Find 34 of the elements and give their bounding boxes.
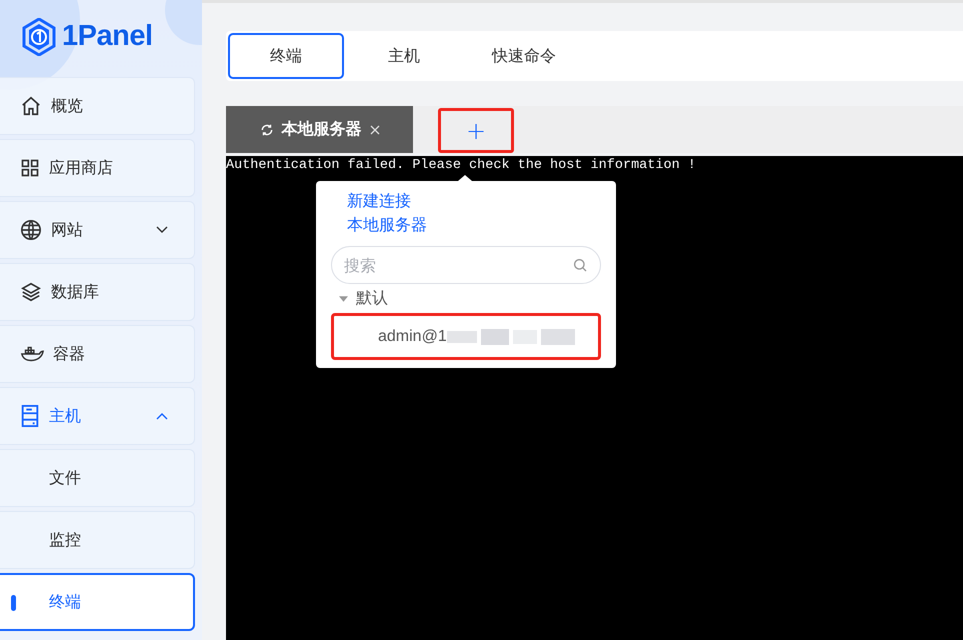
- tab[interactable]: 快速命令: [464, 33, 584, 79]
- sidebar-item[interactable]: 数据库: [0, 263, 195, 321]
- sidebar-item[interactable]: 终端: [0, 573, 195, 631]
- popup-action-link[interactable]: 本地服务器: [331, 213, 601, 237]
- tab[interactable]: 主机: [344, 33, 464, 79]
- search-icon: [572, 257, 588, 273]
- sidebar-item[interactable]: 主机: [0, 387, 195, 445]
- active-indicator: [11, 595, 16, 611]
- host-item[interactable]: admin@1: [331, 313, 601, 360]
- refresh-icon: [260, 122, 274, 136]
- terminal-line: Authentication failed. Please check the host information !: [226, 158, 696, 173]
- group-row[interactable]: 默认: [331, 288, 601, 309]
- logo-text: 1Panel: [62, 20, 152, 53]
- layers-icon: [20, 281, 42, 303]
- sidebar-item[interactable]: 概览: [0, 77, 195, 135]
- close-icon[interactable]: [370, 124, 380, 134]
- terminal-tab[interactable]: 本地服务器: [226, 106, 413, 153]
- whale-icon: [20, 344, 44, 364]
- search-field[interactable]: 搜索: [331, 246, 601, 284]
- grid-icon: [20, 158, 40, 178]
- tab[interactable]: 终端: [228, 33, 344, 79]
- sidebar-item[interactable]: 文件: [0, 449, 195, 507]
- server-icon: [20, 405, 40, 427]
- popup-action-link[interactable]: 新建连接: [331, 189, 601, 213]
- terminal-tab-label: 本地服务器: [282, 119, 362, 140]
- sidebar-item[interactable]: 容器: [0, 325, 195, 383]
- sidebar-item[interactable]: 监控: [0, 511, 195, 569]
- globe-icon: [20, 219, 42, 241]
- sidebar-item[interactable]: 应用商店: [0, 139, 195, 197]
- home-icon: [20, 95, 42, 117]
- group-label: 默认: [356, 288, 388, 309]
- logo-icon: [22, 18, 56, 56]
- add-tab-button[interactable]: +: [438, 108, 514, 153]
- sidebar-item[interactable]: 网站: [0, 201, 195, 259]
